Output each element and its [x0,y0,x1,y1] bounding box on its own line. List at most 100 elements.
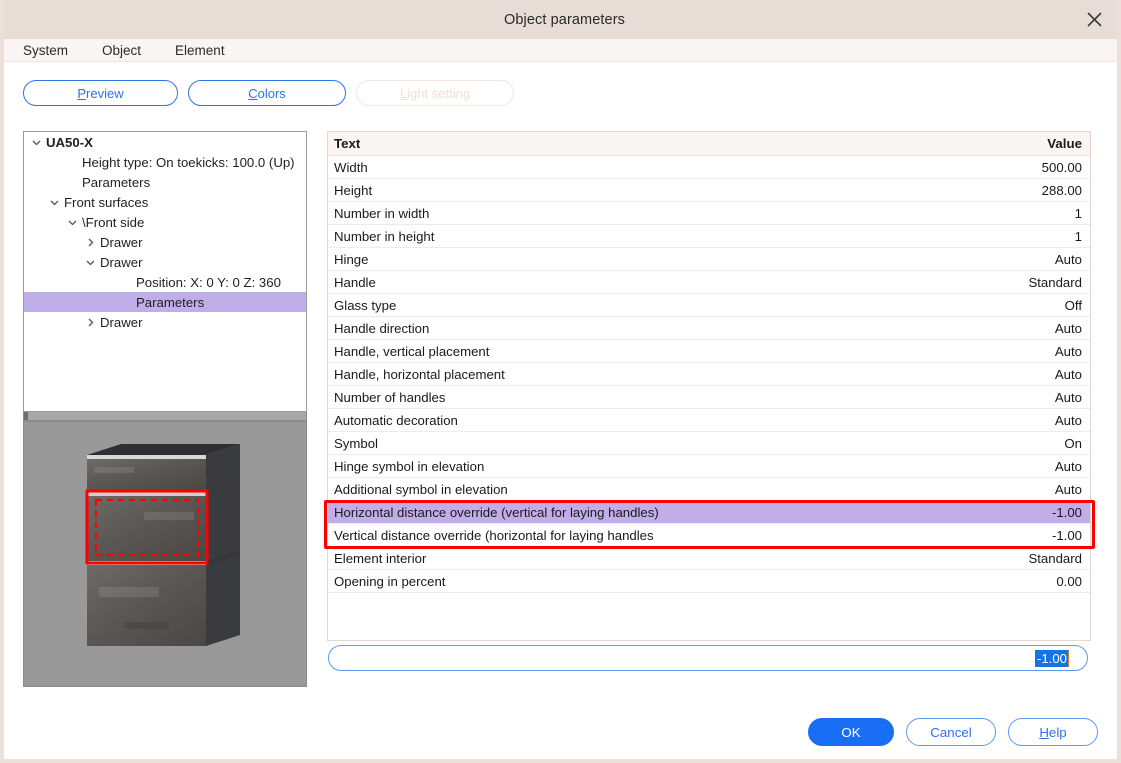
btn-preview-label: review [86,86,124,101]
cancel-button[interactable]: Cancel [906,718,996,746]
parameter-value: 1 [1075,206,1090,221]
parameter-value: 0.00 [1056,574,1090,589]
chevron-right-icon[interactable] [82,317,99,328]
tree-item[interactable]: Position: X: 0 Y: 0 Z: 360 [24,272,306,292]
preview-button[interactable]: Preview [23,80,178,106]
parameter-name: Opening in percent [328,574,1056,589]
table-row[interactable]: Opening in percent0.00 [328,570,1090,593]
tree-item[interactable]: Drawer [24,232,306,252]
tree-item-label: Height type: On toekicks: 100.0 (Up) [81,155,295,170]
parameter-value: Auto [1055,252,1090,267]
menu-item-system[interactable]: System [23,43,68,58]
title-bar: Object parameters [4,0,1121,39]
tree-item[interactable]: Parameters [24,172,306,192]
parameter-name: Width [328,160,1042,175]
table-row[interactable]: Automatic decorationAuto [328,409,1090,432]
parameter-value: Standard [1028,551,1090,566]
tree-item[interactable]: Parameters [24,292,306,312]
table-body: Width500.00Height288.00Number in width1N… [328,156,1090,593]
table-row[interactable]: Handle, vertical placementAuto [328,340,1090,363]
value-input-text: -1.00 [1035,650,1069,667]
ok-button[interactable]: OK [808,718,894,746]
menu-bar: System Object Element [4,39,1121,62]
table-row[interactable]: SymbolOn [328,432,1090,455]
parameter-name: Additional symbol in elevation [328,482,1055,497]
table-row[interactable]: Additional symbol in elevationAuto [328,478,1090,501]
parameter-name: Symbol [328,436,1064,451]
tree-item[interactable]: \Front side [24,212,306,232]
btn-preview-accel: P [77,86,86,101]
parameter-name: Element interior [328,551,1028,566]
tree-item-label: UA50-X [45,135,93,150]
toolbar: Preview Colors Light setting [4,62,1121,124]
tree-item[interactable]: Drawer [24,312,306,332]
table-row[interactable]: Number in height1 [328,225,1090,248]
table-row[interactable]: Height288.00 [328,179,1090,202]
parameter-name: Number in width [328,206,1075,221]
table-row[interactable]: Element interiorStandard [328,547,1090,570]
table-row[interactable]: Vertical distance override (horizontal f… [328,524,1090,547]
parameter-value: -1.00 [1052,528,1090,543]
parameter-name: Vertical distance override (horizontal f… [328,528,1052,543]
object-parameters-dialog: Object parameters System Object Element … [0,0,1121,763]
parameter-value: 288.00 [1042,183,1090,198]
parameter-name: Glass type [328,298,1065,313]
table-row[interactable]: Horizontal distance override (vertical f… [328,501,1090,524]
btn-light-label: ight setting [407,86,470,101]
table-row[interactable]: HandleStandard [328,271,1090,294]
tree-item-label: \Front side [81,215,144,230]
chevron-down-icon[interactable] [46,197,63,208]
parameter-value: -1.00 [1052,505,1090,520]
table-row[interactable]: Handle, horizontal placementAuto [328,363,1090,386]
table-row[interactable]: Number of handlesAuto [328,386,1090,409]
table-row[interactable]: Glass typeOff [328,294,1090,317]
close-icon[interactable] [1071,0,1117,39]
tree-item[interactable]: Height type: On toekicks: 100.0 (Up) [24,152,306,172]
parameter-table: Text Value Width500.00Height288.00Number… [327,131,1091,641]
parameter-value: Auto [1055,390,1090,405]
table-row[interactable]: Number in width1 [328,202,1090,225]
parameter-name: Handle [328,275,1028,290]
help-button-accel: H [1039,725,1049,740]
value-input[interactable]: -1.00 [328,645,1088,671]
tree-item-label: Drawer [99,255,143,270]
object-tree[interactable]: UA50-X Height type: On toekicks: 100.0 (U… [23,131,307,412]
light-setting-button: Light setting [356,80,514,106]
parameter-value: 1 [1075,229,1090,244]
parameter-value: Off [1065,298,1090,313]
chevron-down-icon[interactable] [28,137,45,148]
tree-item-label: Position: X: 0 Y: 0 Z: 360 [135,275,281,290]
table-row[interactable]: Hinge symbol in elevationAuto [328,455,1090,478]
parameter-value: Auto [1055,459,1090,474]
chevron-down-icon[interactable] [82,257,99,268]
parameter-name: Height [328,183,1042,198]
table-row[interactable]: HingeAuto [328,248,1090,271]
chevron-right-icon[interactable] [82,237,99,248]
parameter-name: Horizontal distance override (vertical f… [328,505,1052,520]
parameter-value: Auto [1055,413,1090,428]
tree-item-label: Drawer [99,315,143,330]
table-row[interactable]: Width500.00 [328,156,1090,179]
chevron-down-icon[interactable] [64,217,81,228]
help-button[interactable]: Help [1008,718,1098,746]
tree-item-label: Parameters [81,175,150,190]
parameter-value: Auto [1055,344,1090,359]
tree-item-label: Drawer [99,235,143,250]
dialog-footer: OK Cancel Help [808,718,1098,746]
menu-item-object[interactable]: Object [102,43,141,58]
tree-item[interactable]: Front surfaces [24,192,306,212]
table-row[interactable]: Handle directionAuto [328,317,1090,340]
menu-item-element[interactable]: Element [175,43,225,58]
parameter-value: Auto [1055,321,1090,336]
tree-item[interactable]: UA50-X [24,132,306,152]
parameter-name: Hinge symbol in elevation [328,459,1055,474]
cabinet-3d-preview[interactable] [23,421,307,687]
parameter-name: Hinge [328,252,1055,267]
tree-horizontal-scrollbar[interactable] [23,412,307,421]
parameter-value: Standard [1028,275,1090,290]
btn-colors-accel: C [248,86,257,101]
colors-button[interactable]: Colors [188,80,346,106]
window-title: Object parameters [504,12,625,28]
parameter-value: 500.00 [1042,160,1090,175]
tree-item[interactable]: Drawer [24,252,306,272]
